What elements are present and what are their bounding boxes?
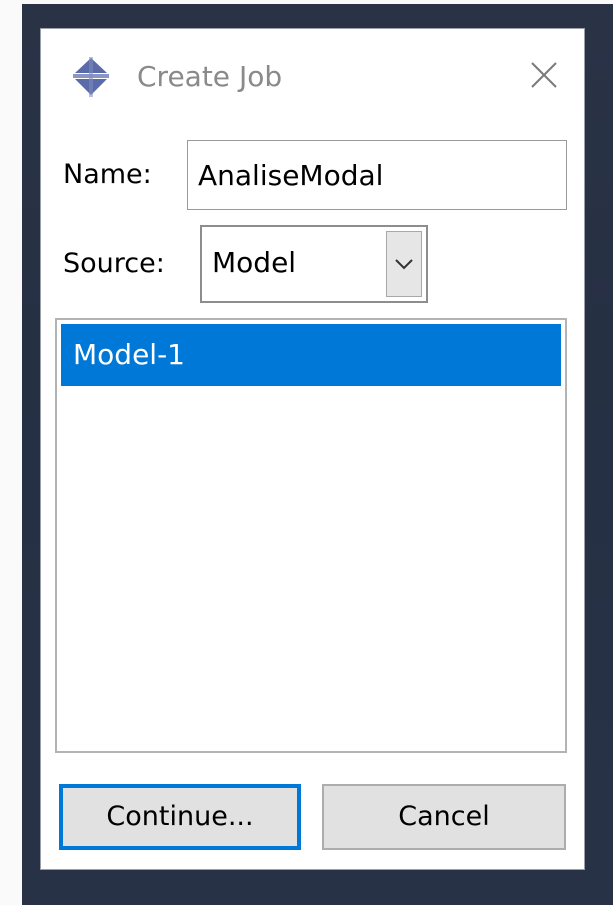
source-dropdown-button[interactable]: [386, 231, 422, 297]
dialog-title: Create Job: [137, 60, 283, 93]
cancel-button[interactable]: Cancel: [322, 784, 566, 850]
abaqus-diamond-icon: [73, 57, 109, 97]
continue-button[interactable]: Continue...: [59, 784, 301, 850]
source-label: Source:: [63, 248, 165, 279]
model-list[interactable]: Model-1: [55, 318, 567, 753]
close-icon[interactable]: [524, 55, 564, 95]
source-select-value: Model: [212, 246, 297, 279]
list-item[interactable]: Model-1: [61, 324, 561, 386]
source-select[interactable]: Model: [200, 225, 428, 303]
name-input[interactable]: [187, 140, 567, 210]
chevron-down-icon: [395, 259, 413, 270]
create-job-dialog: Create Job Name: Source: Model Model-1 C…: [40, 28, 585, 870]
title-bar[interactable]: Create Job: [41, 29, 584, 127]
name-label: Name:: [63, 159, 152, 190]
